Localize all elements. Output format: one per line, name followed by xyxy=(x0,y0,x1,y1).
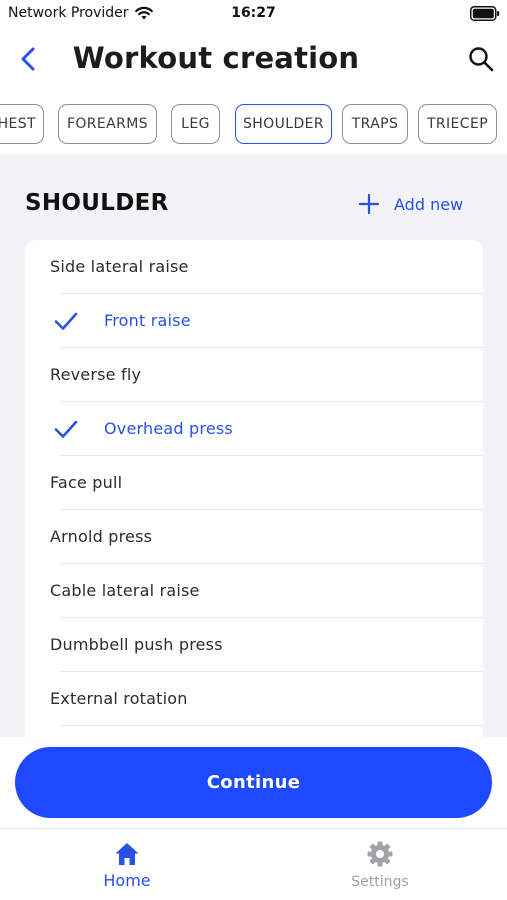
tab-label: Home xyxy=(103,871,151,890)
list-item[interactable]: Side lateral raise xyxy=(25,240,483,294)
exercise-label: Reverse fly xyxy=(50,365,142,384)
list-item[interactable]: External rotation xyxy=(25,672,483,726)
add-new-label: Add new xyxy=(394,194,464,214)
exercise-label: Cable lateral raise xyxy=(50,581,200,600)
status-time: 16:27 xyxy=(231,5,276,21)
list-item[interactable]: Arnold press xyxy=(25,510,483,564)
status-bar: Network Provider 16:27 xyxy=(0,0,507,28)
header: Workout creation xyxy=(0,28,507,96)
workout-creation-screen: Network Provider 16:27 Workout creation … xyxy=(0,0,507,900)
exercise-label: Dumbbell push press xyxy=(50,635,223,654)
chip-shoulder[interactable]: SHOULDER xyxy=(235,104,332,144)
add-new-button[interactable]: Add new xyxy=(358,190,463,218)
chip-chest[interactable]: HEST xyxy=(0,104,44,144)
search-icon[interactable] xyxy=(466,44,496,74)
checkmark-icon xyxy=(54,420,78,438)
tab-label: Settings xyxy=(351,874,409,890)
list-item[interactable]: Face pull xyxy=(25,456,483,510)
tab-home[interactable]: Home xyxy=(57,829,197,900)
battery-icon xyxy=(470,6,500,21)
category-chips: HEST FOREARMS LEG SHOULDER TRAPS TRIECEP xyxy=(0,96,507,154)
page-title: Workout creation xyxy=(72,41,360,75)
exercise-label: Side lateral raise xyxy=(50,257,189,276)
list-item[interactable]: Dumbbell push press xyxy=(25,618,483,672)
home-icon xyxy=(115,843,139,865)
gear-icon xyxy=(367,841,393,867)
exercise-label: External rotation xyxy=(50,689,188,708)
tab-bar: Home Settings xyxy=(0,828,507,900)
tab-settings[interactable]: Settings xyxy=(310,829,450,900)
continue-area: Continue xyxy=(0,737,507,828)
chip-forearms[interactable]: FOREARMS xyxy=(58,104,157,144)
list-item[interactable]: Overhead press xyxy=(25,402,483,456)
list-item[interactable]: Reverse fly xyxy=(25,348,483,402)
exercise-label: Face pull xyxy=(50,473,123,492)
section-title: SHOULDER xyxy=(25,190,169,216)
divider xyxy=(60,725,483,726)
chip-tricep[interactable]: TRIECEP xyxy=(418,104,497,144)
exercise-label: Arnold press xyxy=(50,527,153,546)
list-item[interactable]: Front raise xyxy=(25,294,483,348)
exercise-list: Side lateral raise Front raise Reverse f… xyxy=(25,240,483,737)
main-content: SHOULDER Add new Side lateral raise Fron… xyxy=(0,154,507,737)
exercise-label: Front raise xyxy=(104,311,191,330)
exercise-label: Overhead press xyxy=(104,419,233,438)
list-item[interactable]: Cable lateral raise xyxy=(25,564,483,618)
checkmark-icon xyxy=(54,312,78,330)
chip-leg[interactable]: LEG xyxy=(171,104,220,144)
continue-button[interactable]: Continue xyxy=(15,747,492,818)
chip-traps[interactable]: TRAPS xyxy=(342,104,408,144)
plus-icon xyxy=(358,193,380,215)
